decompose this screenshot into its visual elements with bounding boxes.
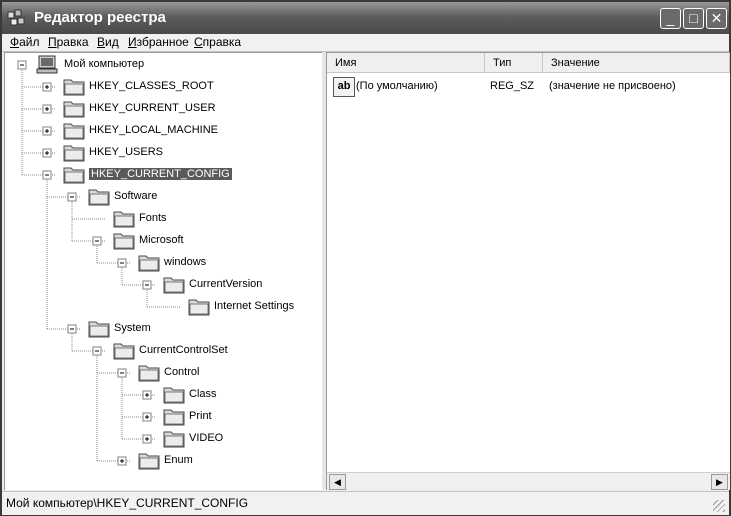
menu-view[interactable]: Вид	[97, 35, 119, 49]
menu-help[interactable]: Справка	[194, 35, 241, 49]
minimize-icon: _	[666, 10, 675, 26]
menu-bar: Файл Правка Вид Избранное Справка	[2, 34, 729, 52]
value-data: (значение не присвоено)	[549, 80, 676, 92]
tree-node[interactable]: Internet Settings	[214, 300, 294, 312]
tree-expander[interactable]	[42, 126, 52, 136]
tree-expander[interactable]	[117, 368, 127, 378]
tree-node[interactable]: Microsoft	[139, 234, 184, 246]
close-icon: ✕	[710, 10, 723, 26]
tree-node[interactable]: CurrentVersion	[189, 278, 262, 290]
folder-icon	[138, 453, 160, 470]
close-button[interactable]: ✕	[706, 8, 727, 29]
folder-icon	[138, 255, 160, 272]
tree-node[interactable]: Print	[189, 410, 212, 422]
maximize-icon: □	[689, 10, 698, 26]
tree-node[interactable]: Control	[164, 366, 199, 378]
folder-icon	[113, 343, 135, 360]
folder-icon	[163, 431, 185, 448]
tree-node[interactable]: Class	[189, 388, 217, 400]
menu-file[interactable]: Файл	[10, 35, 40, 49]
tree-node[interactable]: System	[114, 322, 151, 334]
tree-node[interactable]: HKEY_CLASSES_ROOT	[89, 80, 214, 92]
tree-lines	[17, 55, 210, 470]
column-header-value[interactable]: Значение	[543, 53, 730, 73]
tree-node[interactable]: Enum	[164, 454, 193, 466]
folder-icon	[63, 167, 85, 184]
tree-expander[interactable]	[92, 236, 102, 246]
tree-node[interactable]: HKEY_CURRENT_CONFIG	[89, 168, 232, 180]
tree-expander[interactable]	[42, 104, 52, 114]
tree-expander[interactable]	[42, 82, 52, 92]
folder-icon	[63, 101, 85, 118]
status-bar: Мой компьютер\HKEY_CURRENT_CONFIG	[2, 491, 729, 515]
registry-editor-window: Редактор реестра _ □ ✕ Файл Правка Вид И…	[0, 0, 731, 516]
tree-node[interactable]: HKEY_USERS	[89, 146, 163, 158]
value-type: REG_SZ	[490, 80, 535, 92]
tree-expander[interactable]	[142, 434, 152, 444]
folder-icon	[138, 365, 160, 382]
folder-icon	[163, 409, 185, 426]
folder-icon	[163, 277, 185, 294]
folder-icon	[88, 189, 110, 206]
status-path: Мой компьютер\HKEY_CURRENT_CONFIG	[6, 496, 249, 510]
tree-expander[interactable]	[117, 258, 127, 268]
regedit-icon	[7, 9, 25, 26]
tree-node[interactable]: VIDEO	[189, 432, 223, 444]
folder-icon	[113, 233, 135, 250]
values-list[interactable]: Имя Тип Значение ab (По умолчанию) REG_S…	[326, 52, 730, 490]
minimize-button[interactable]: _	[660, 8, 681, 29]
folder-icon	[88, 321, 110, 338]
tree-expander[interactable]	[67, 192, 77, 202]
tree-node[interactable]: Fonts	[139, 212, 167, 224]
scroll-left-icon: ◀	[334, 477, 341, 487]
tree-expander[interactable]	[42, 148, 52, 158]
tree-node[interactable]: HKEY_LOCAL_MACHINE	[89, 124, 218, 136]
maximize-button[interactable]: □	[683, 8, 704, 29]
scroll-right-icon: ▶	[716, 477, 723, 487]
tree-node[interactable]: windows	[164, 256, 206, 268]
folder-icon	[63, 79, 85, 96]
registry-tree[interactable]: Мой компьютер HKEY_CLASSES_ROOT HKEY_CURRE…	[4, 52, 323, 490]
folder-icon	[188, 299, 210, 316]
tree-expander[interactable]	[67, 324, 77, 334]
folder-icon	[113, 211, 135, 228]
string-value-icon: ab	[333, 77, 355, 97]
column-header-type[interactable]: Тип	[485, 53, 543, 73]
tree-expander[interactable]	[142, 280, 152, 290]
tree-node[interactable]: CurrentControlSet	[139, 344, 228, 356]
title-bar[interactable]: Редактор реестра _ □ ✕	[2, 2, 729, 34]
window-title: Редактор реестра	[34, 9, 166, 26]
scroll-left-button[interactable]: ◀	[329, 474, 346, 490]
tree-node[interactable]: Software	[114, 190, 157, 202]
tree-expander[interactable]	[92, 346, 102, 356]
scroll-right-button[interactable]: ▶	[711, 474, 728, 490]
folder-icon	[63, 145, 85, 162]
tree-expander[interactable]	[142, 390, 152, 400]
tree-expander[interactable]	[142, 412, 152, 422]
tree-expander[interactable]	[117, 456, 127, 466]
tree-expander[interactable]	[17, 60, 27, 70]
tree-node[interactable]: HKEY_CURRENT_USER	[89, 102, 216, 114]
menu-edit[interactable]: Правка	[48, 35, 89, 49]
menu-favorites[interactable]: Избранное	[128, 35, 189, 49]
value-name: (По умолчанию)	[356, 80, 438, 92]
resize-grip[interactable]	[713, 500, 725, 512]
tree-expander[interactable]	[42, 170, 52, 180]
horizontal-scrollbar[interactable]: ◀ ▶	[327, 472, 730, 490]
column-header-name[interactable]: Имя	[327, 53, 485, 73]
folder-icon	[63, 123, 85, 140]
tree-root-my-computer[interactable]: Мой компьютер	[64, 58, 144, 70]
folder-icon	[163, 387, 185, 404]
computer-icon	[36, 55, 58, 74]
